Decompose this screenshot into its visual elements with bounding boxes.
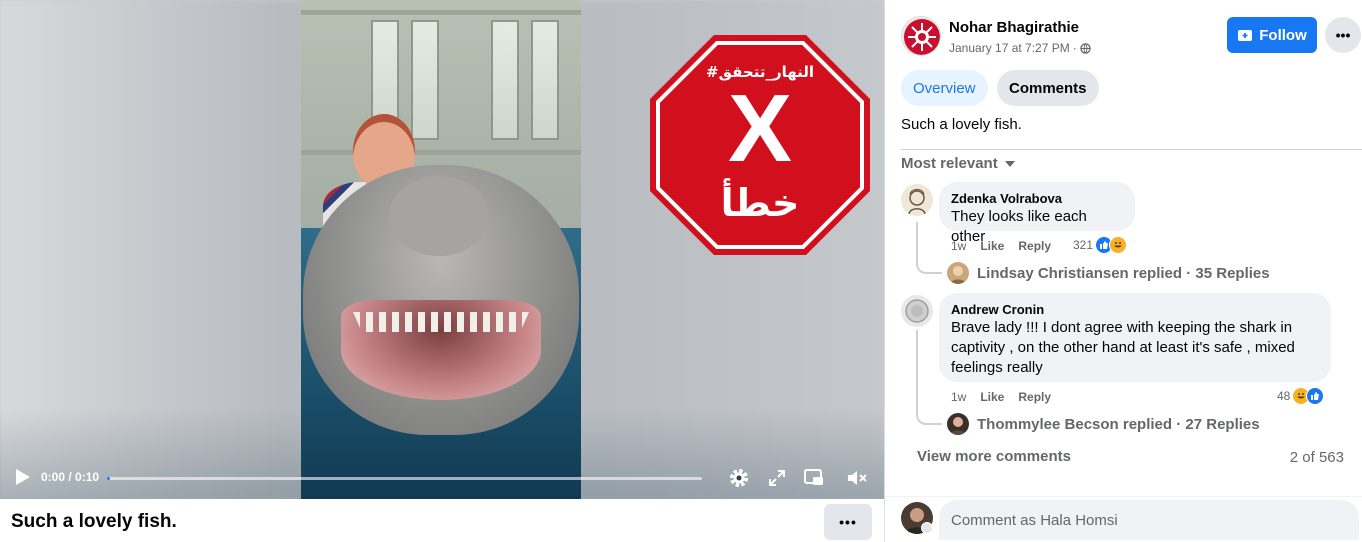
replier-avatar-icon	[947, 262, 969, 284]
thread-line	[916, 330, 942, 425]
more-dots-icon: •••	[839, 514, 857, 530]
comment-bubble: Andrew Cronin Brave lady !!! I dont agre…	[939, 293, 1331, 382]
haha-reaction-icon	[1109, 236, 1128, 254]
post-date[interactable]: January 17 at 7:27 PM ·	[949, 41, 1091, 55]
view-more-comments-link[interactable]: View more comments	[917, 448, 1071, 465]
like-button[interactable]: Like	[980, 390, 1004, 404]
play-button[interactable]	[12, 467, 32, 487]
thread-line	[916, 222, 942, 274]
post-viewer: #النهار_تتحقق X خطأ 0:00 / 0:10 Such a l…	[0, 0, 1362, 542]
comment-author[interactable]: Andrew Cronin	[951, 301, 1319, 318]
tab-overview[interactable]: Overview	[901, 70, 988, 106]
more-dots-icon: •••	[1335, 27, 1351, 43]
comment-count: 2 of 563	[1289, 449, 1344, 466]
video-controls: 0:00 / 0:10	[0, 458, 884, 499]
commenter-avatar-icon	[901, 295, 933, 327]
view-replies-link[interactable]: Lindsay Christiansen replied · 35 Replie…	[947, 262, 1270, 284]
post-side-panel: Nohar Bhagirathie January 17 at 7:27 PM …	[884, 0, 1362, 542]
gear-icon	[730, 469, 748, 487]
reply-button[interactable]: Reply	[1018, 239, 1051, 253]
mute-button[interactable]	[845, 466, 869, 490]
follow-button[interactable]: Follow	[1227, 17, 1317, 53]
comment-reactions[interactable]: 48	[1277, 387, 1325, 405]
stamp-verdict: خطأ	[720, 181, 800, 225]
video-progress-fill	[107, 477, 110, 480]
tab-comments[interactable]: Comments	[997, 70, 1099, 106]
stamp-x-mark: X	[727, 75, 793, 182]
comment-reactions[interactable]: 321	[1073, 236, 1128, 254]
video-time: 0:00 / 0:10	[41, 470, 100, 484]
comment-text: Brave lady !!! I dont agree with keeping…	[951, 319, 1295, 376]
reply-button[interactable]: Reply	[1018, 390, 1051, 404]
settings-button[interactable]	[727, 466, 751, 490]
view-replies-link[interactable]: Thommylee Becson replied · 27 Replies	[947, 413, 1260, 435]
globe-icon	[1080, 42, 1091, 54]
caption-more-button[interactable]: •••	[824, 504, 872, 540]
picture-in-picture-button[interactable]	[802, 466, 826, 490]
replier-avatar-icon	[947, 413, 969, 435]
divider	[885, 496, 1362, 497]
like-button[interactable]: Like	[980, 239, 1004, 253]
divider	[901, 149, 1362, 150]
video-player[interactable]: #النهار_تتحقق X خطأ 0:00 / 0:10	[0, 0, 884, 499]
play-icon	[16, 469, 30, 485]
comment-bubble: Zdenka Volrabova They looks like each ot…	[939, 182, 1135, 245]
commenter-avatar[interactable]	[901, 184, 933, 216]
video-frame[interactable]	[301, 0, 581, 499]
comment-time[interactable]: 1w	[951, 390, 966, 404]
fact-check-stamp: #النهار_تتحقق X خطأ	[650, 35, 870, 255]
comment-actions: 1w Like Reply	[951, 239, 1051, 253]
post-options-button[interactable]: •••	[1325, 17, 1361, 53]
page-avatar-icon	[902, 17, 940, 55]
speaker-muted-icon	[848, 471, 867, 485]
comment-sort-dropdown[interactable]: Most relevant	[901, 155, 1016, 172]
comment-input[interactable]	[939, 500, 1359, 540]
post-author[interactable]: Nohar Bhagirathie	[949, 19, 1079, 36]
chevron-down-icon	[1004, 160, 1015, 167]
commenter-avatar-icon	[901, 184, 933, 216]
commenter-avatar[interactable]	[901, 295, 933, 327]
replier-avatar	[947, 262, 969, 284]
follow-page-icon	[1238, 30, 1253, 41]
comment-time[interactable]: 1w	[951, 239, 966, 253]
chevron-down-icon[interactable]	[921, 522, 933, 534]
comment-author[interactable]: Zdenka Volrabova	[951, 190, 1123, 207]
page-avatar[interactable]	[901, 16, 941, 56]
post-text: Such a lovely fish.	[901, 116, 1022, 133]
fullscreen-button[interactable]	[765, 466, 789, 490]
video-progress-bar[interactable]	[107, 477, 702, 480]
like-reaction-icon	[1306, 387, 1325, 405]
picture-in-picture-icon	[804, 469, 823, 485]
expand-icon	[769, 470, 785, 486]
replier-avatar	[947, 413, 969, 435]
video-caption: Such a lovely fish.	[11, 511, 177, 532]
comment-actions: 1w Like Reply	[951, 390, 1051, 404]
